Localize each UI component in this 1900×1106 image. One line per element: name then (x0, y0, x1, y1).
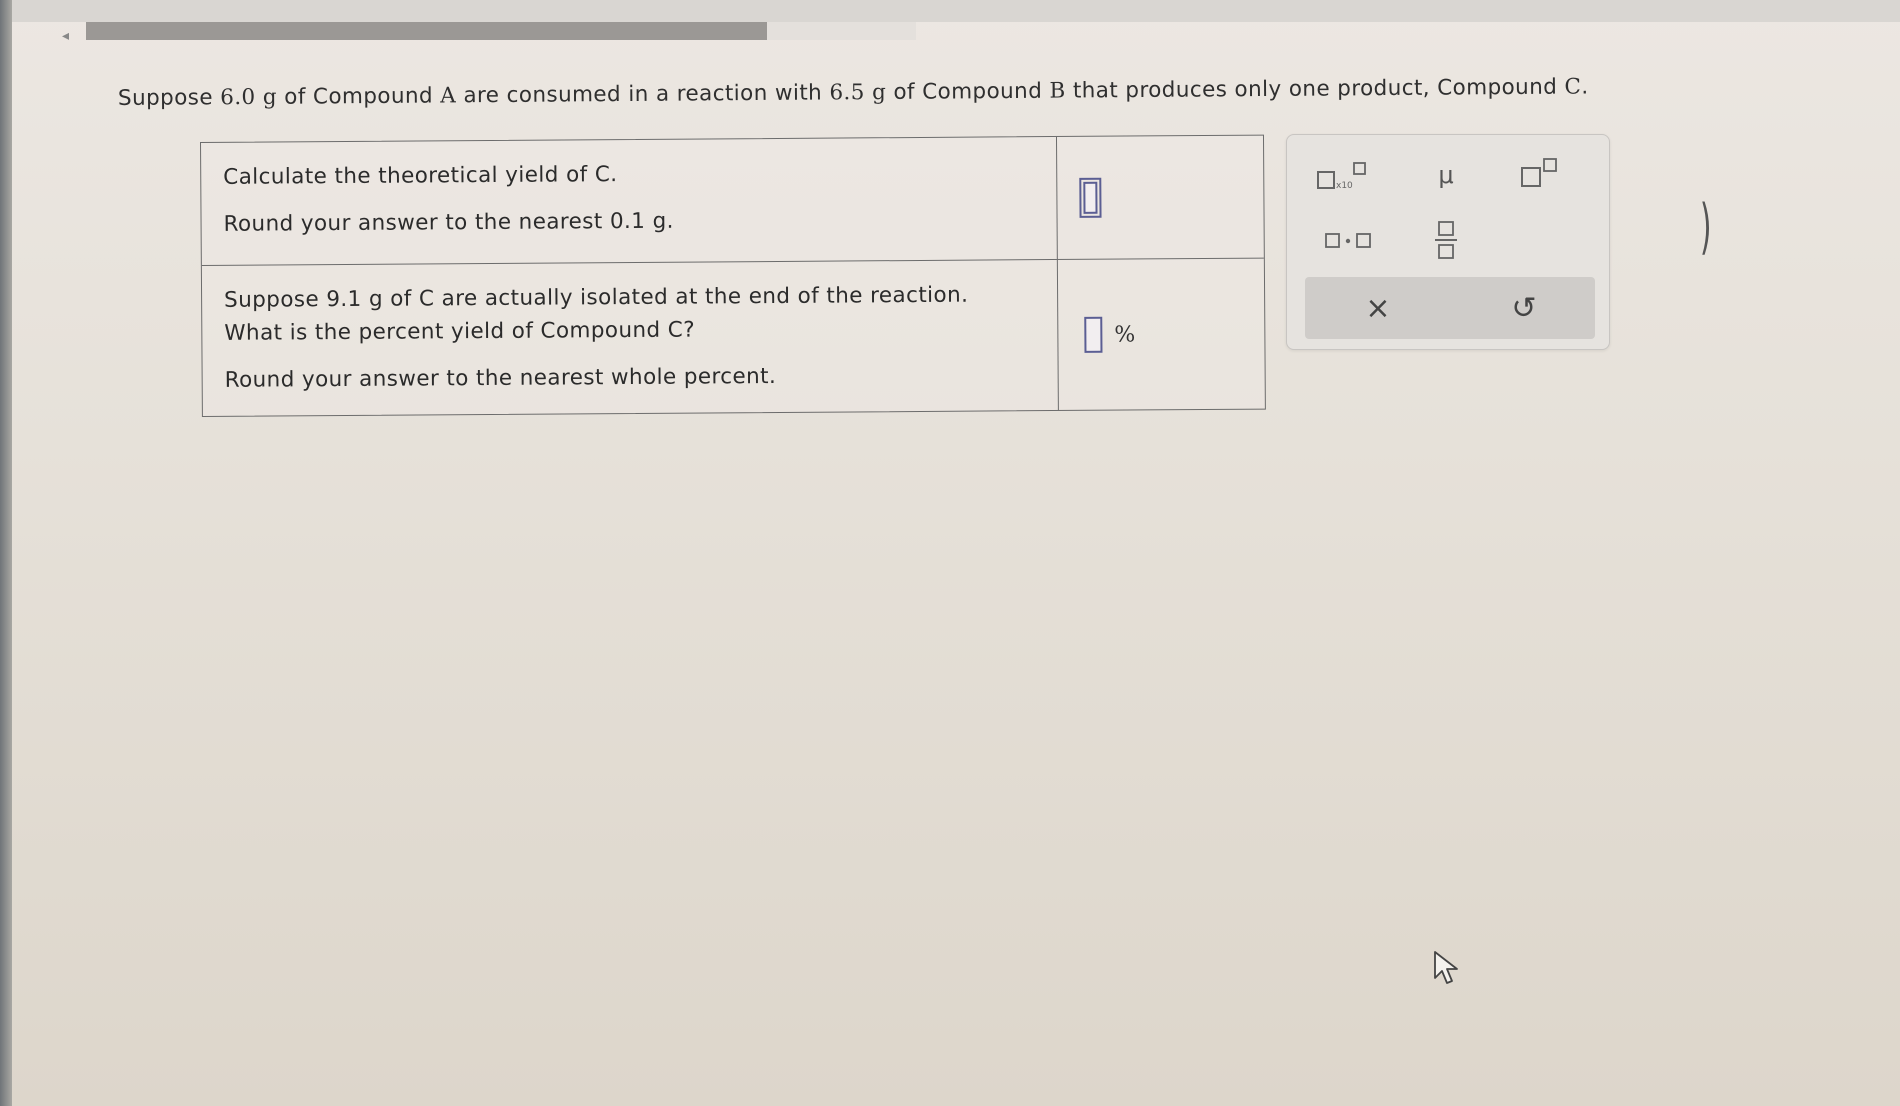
mouse-cursor-icon (1432, 950, 1462, 992)
superscript-icon[interactable] (1509, 153, 1569, 193)
fraction-icon[interactable] (1421, 215, 1471, 265)
intro-text: are consumed in a reaction with (456, 80, 830, 109)
question-cell: Suppose 9.1 g of C are actually isolated… (201, 260, 1059, 416)
mass-a-value: 6.0 (220, 84, 256, 111)
clear-label: × (1365, 290, 1391, 326)
answer-cell: % (1058, 259, 1265, 410)
top-bar (12, 0, 1900, 22)
question-prompt: Suppose 9.1 g of C are actually isolated… (224, 282, 969, 313)
answer-cell (1057, 136, 1264, 259)
undo-label: ↺ (1511, 290, 1537, 326)
question-intro: Suppose 6.0 g of Compound A are consumed… (118, 74, 1589, 111)
progress-fill (86, 22, 767, 40)
question-row-theoretical-yield: Calculate the theoretical yield of C. Ro… (201, 136, 1264, 265)
clear-icon[interactable]: × (1353, 285, 1403, 331)
intro-text: that produces only one product, Compound (1065, 74, 1565, 104)
undo-icon[interactable]: ↺ (1499, 285, 1549, 331)
percent-yield-input[interactable] (1084, 316, 1103, 353)
mass-a-unit: g (255, 84, 278, 110)
compound-b-label: B (1049, 78, 1066, 104)
intro-text: of Compound (886, 78, 1050, 105)
percent-unit: % (1114, 321, 1136, 348)
compound-a-label: A (440, 83, 457, 109)
theoretical-yield-input[interactable] (1079, 177, 1102, 218)
question-cell: Calculate the theoretical yield of C. Ro… (201, 137, 1058, 265)
page: ◂ Suppose 6.0 g of Compound A are consum… (0, 0, 1900, 1106)
decorative-mark: ) (1699, 192, 1712, 262)
intro-text: of Compound (276, 83, 441, 110)
screen-bezel (0, 0, 12, 1106)
intro-text: Suppose (117, 85, 221, 111)
mass-b-unit: g (864, 79, 887, 106)
intro-text: . (1581, 74, 1589, 100)
progress-bar (86, 22, 916, 40)
x10-label: x10 (1336, 181, 1353, 191)
question-table: Calculate the theoretical yield of C. Ro… (200, 134, 1266, 417)
mass-b-value: 6.5 (829, 80, 865, 106)
mu-label: μ (1438, 161, 1454, 189)
math-toolbox: x10 μ × ↺ (1286, 134, 1610, 350)
x10-power-icon[interactable]: x10 (1309, 157, 1379, 197)
rounding-instruction: Round your answer to the nearest 0.1 g. (223, 208, 674, 237)
back-arrow-icon[interactable]: ◂ (62, 28, 69, 44)
multiply-dot-icon[interactable] (1313, 221, 1383, 261)
compound-c-label: C (1564, 74, 1582, 100)
action-bar (1305, 277, 1595, 339)
rounding-instruction: Round your answer to the nearest whole p… (224, 363, 777, 393)
question-row-percent-yield: Suppose 9.1 g of C are actually isolated… (201, 257, 1265, 416)
mu-icon[interactable]: μ (1421, 155, 1471, 195)
